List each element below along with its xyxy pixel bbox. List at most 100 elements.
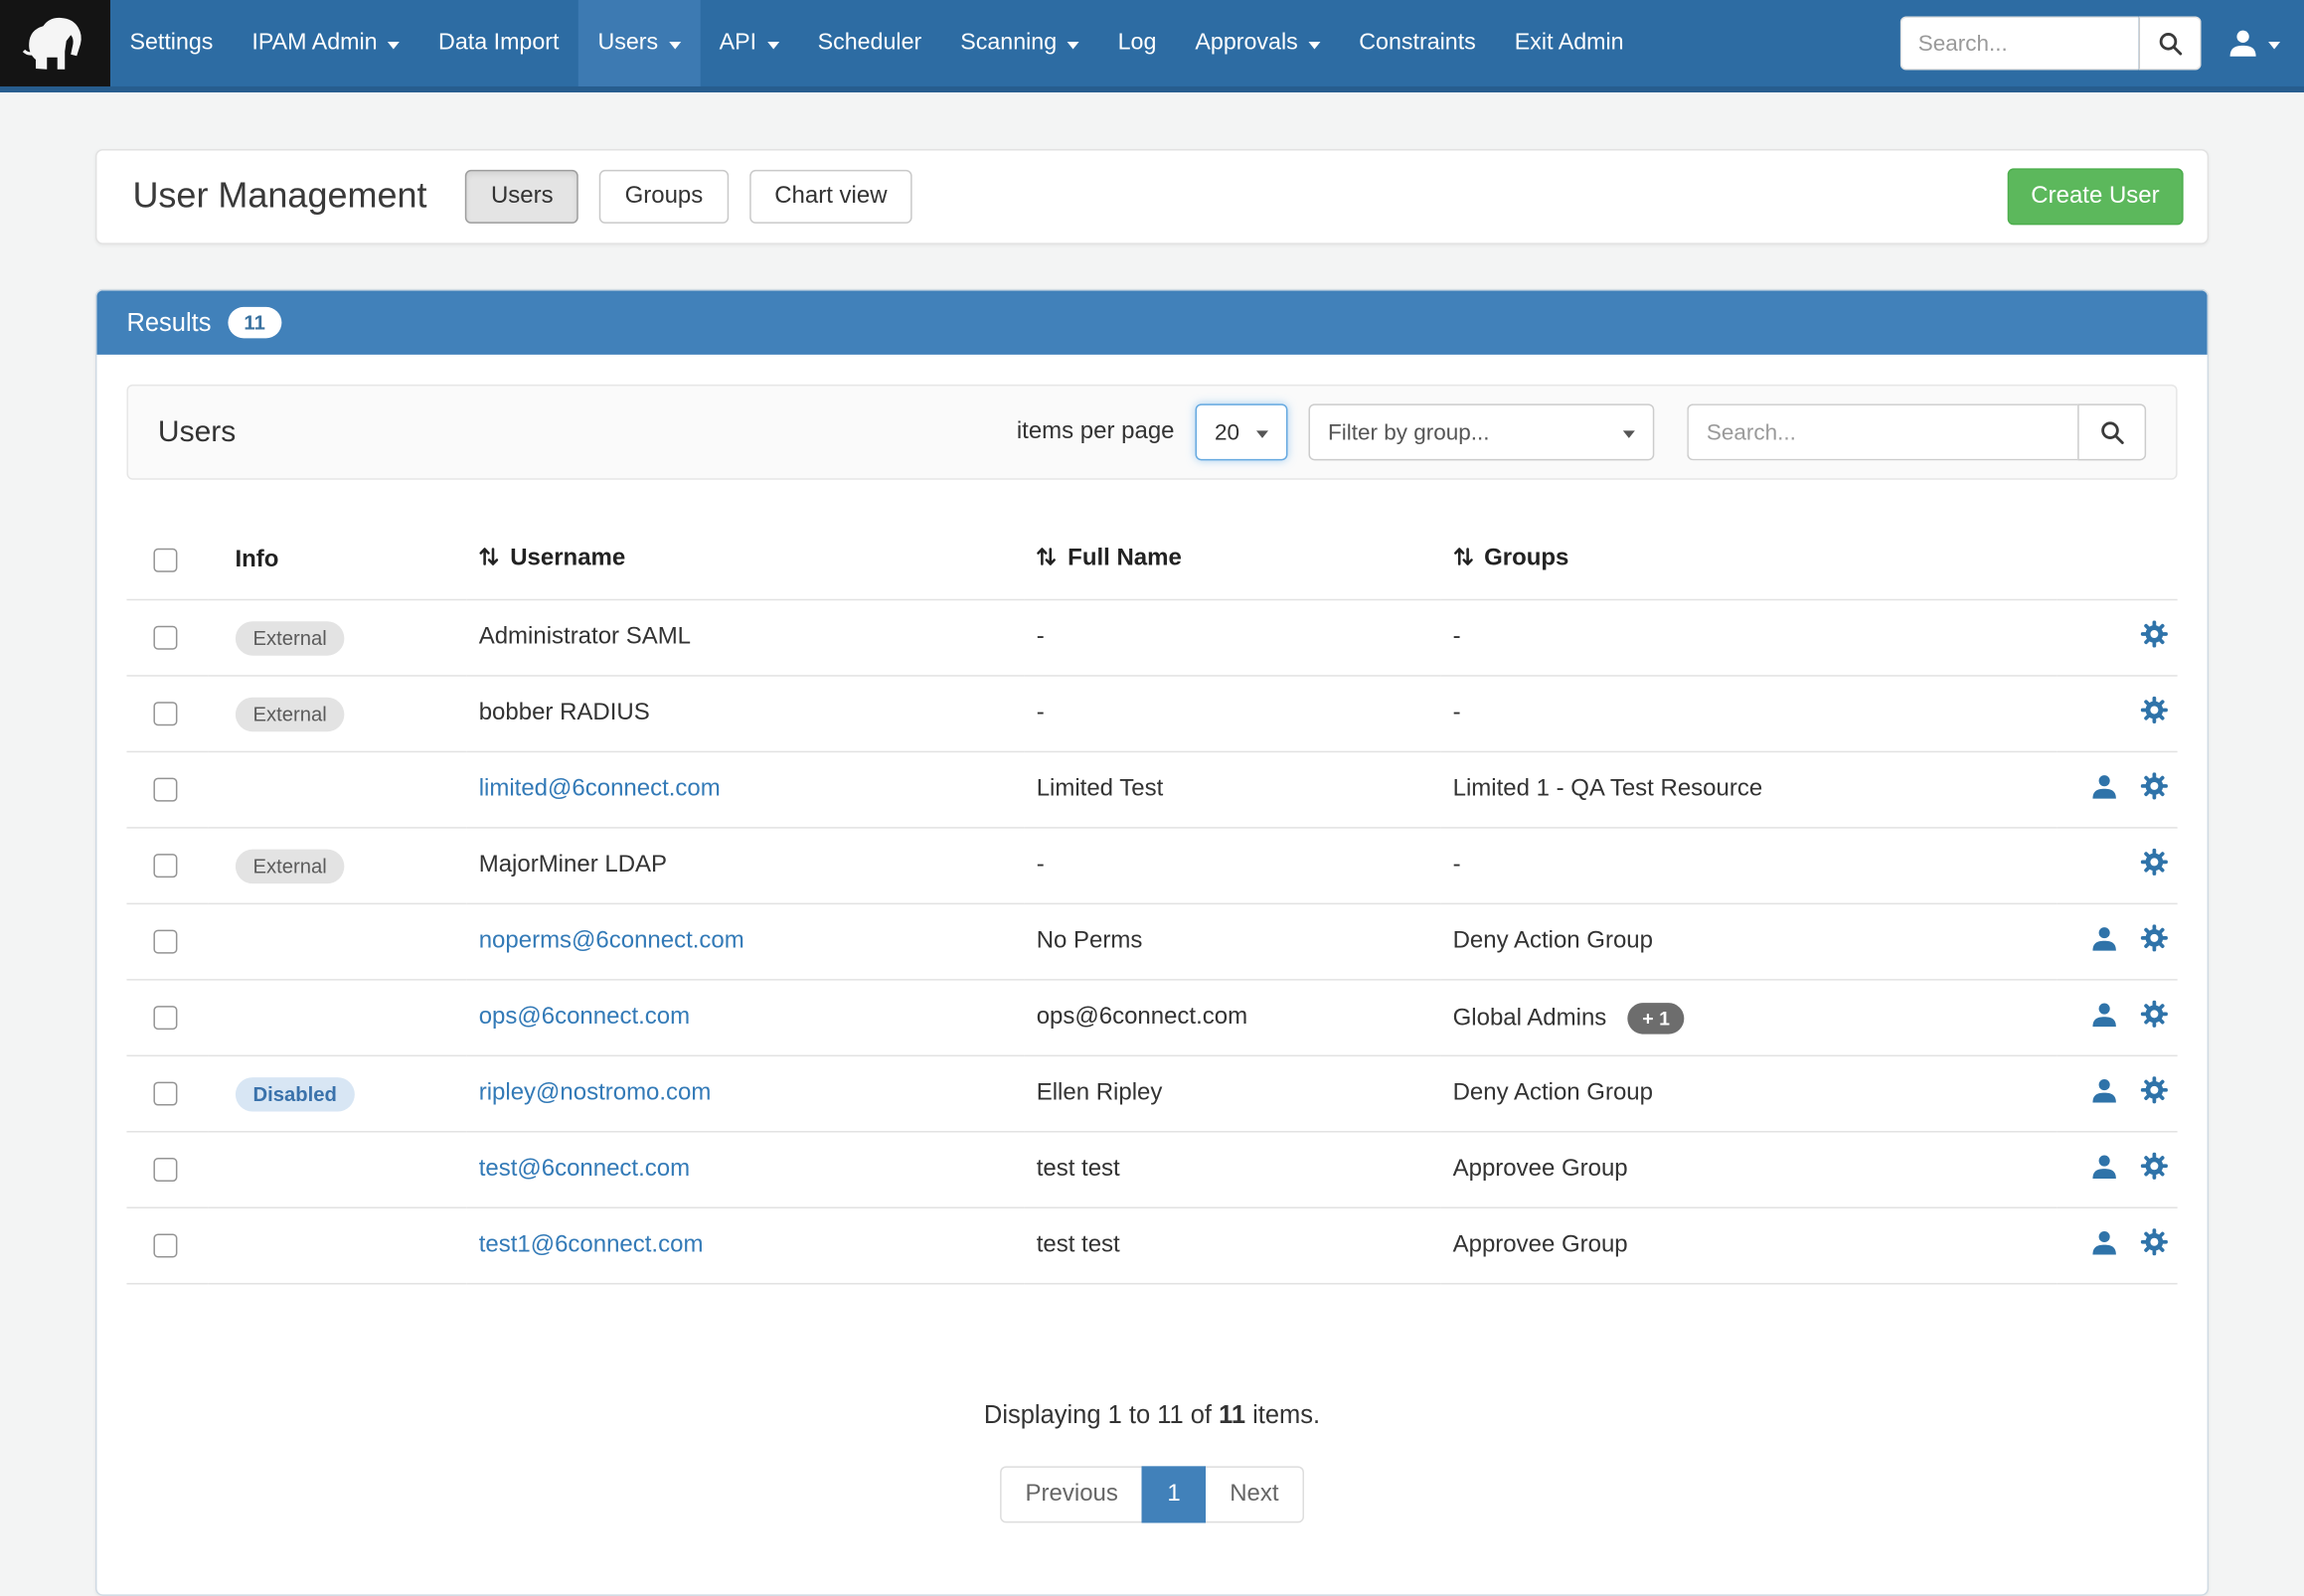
username-link[interactable]: noperms@6connect.com <box>479 928 744 953</box>
user-profile-icon[interactable] <box>2091 1228 2118 1262</box>
external-badge: External <box>235 697 344 730</box>
nav-item-exit-admin[interactable]: Exit Admin <box>1495 0 1643 86</box>
app-logo[interactable] <box>0 0 110 86</box>
row-checkbox[interactable] <box>153 702 177 725</box>
view-button-groups[interactable]: Groups <box>599 170 729 224</box>
nav-item-data-import[interactable]: Data Import <box>419 0 578 86</box>
settings-gear-icon[interactable] <box>2140 1000 2168 1036</box>
settings-gear-icon[interactable] <box>2140 620 2168 656</box>
user-profile-icon[interactable] <box>2091 1153 2118 1187</box>
nav-item-label: Scheduler <box>818 30 922 57</box>
username-link[interactable]: test1@6connect.com <box>479 1232 704 1257</box>
chevron-down-icon <box>1068 41 1079 48</box>
nav-item-scanning[interactable]: Scanning <box>941 0 1098 86</box>
settings-gear-icon[interactable] <box>2140 772 2168 808</box>
items-per-page-label: items per page <box>1017 418 1175 445</box>
username-link[interactable]: test@6connect.com <box>479 1157 690 1182</box>
results-title: Results <box>126 308 211 338</box>
settings-gear-icon[interactable] <box>2140 1152 2168 1188</box>
user-profile-icon[interactable] <box>2091 1076 2118 1110</box>
pagination-next[interactable]: Next <box>1205 1466 1304 1522</box>
table-row: test@6connect.comtest testApprovee Group <box>126 1132 2177 1207</box>
person-glyph <box>2091 1076 2118 1103</box>
full-name: - <box>1037 853 1045 878</box>
username-link[interactable]: ripley@nostromo.com <box>479 1080 712 1105</box>
nav-item-label: Data Import <box>438 30 559 57</box>
settings-gear-icon[interactable] <box>2140 924 2168 960</box>
full-name: test test <box>1037 1232 1120 1257</box>
navbar-search-input[interactable] <box>1900 16 2139 70</box>
nav-item-constraints[interactable]: Constraints <box>1340 0 1496 86</box>
results-body: Users items per page 20 Filter by group.… <box>96 355 2207 1595</box>
toolbar-title: Users <box>158 415 236 449</box>
items-per-page-select[interactable]: 20 <box>1196 403 1288 460</box>
full-name: No Perms <box>1037 928 1143 953</box>
row-checkbox[interactable] <box>153 854 177 878</box>
group-filter-select[interactable]: Filter by group... <box>1308 403 1654 460</box>
results-count-badge: 11 <box>228 307 281 338</box>
user-icon <box>2228 28 2258 58</box>
users-table: Info Username Full Name Groups <box>126 522 2177 1285</box>
chevron-down-icon <box>767 41 779 48</box>
table-search-button[interactable] <box>2077 403 2146 460</box>
nav-item-approvals[interactable]: Approvals <box>1176 0 1340 86</box>
groups-text: - <box>1453 701 1461 725</box>
username-link[interactable]: ops@6connect.com <box>479 1005 690 1030</box>
column-header-username[interactable]: Username <box>467 522 1025 600</box>
person-glyph <box>2091 1001 2118 1028</box>
table-row: ExternalMajorMiner LDAP-- <box>126 828 2177 903</box>
view-button-chart-view[interactable]: Chart view <box>749 170 912 224</box>
nav-menu: SettingsIPAM Admin Data Import Users API Sch… <box>110 0 1643 86</box>
row-checkbox[interactable] <box>153 1158 177 1182</box>
table-search <box>1687 403 2146 460</box>
row-checkbox[interactable] <box>153 929 177 953</box>
user-menu[interactable] <box>2228 28 2280 58</box>
gear-glyph <box>2140 924 2168 952</box>
row-checkbox[interactable] <box>153 1081 177 1105</box>
settings-gear-icon[interactable] <box>2140 848 2168 883</box>
username-link[interactable]: limited@6connect.com <box>479 776 721 801</box>
nav-item-label: API <box>720 30 756 57</box>
user-profile-icon[interactable] <box>2091 1001 2118 1035</box>
row-checkbox[interactable] <box>153 777 177 801</box>
nav-item-ipam-admin[interactable]: IPAM Admin <box>233 0 419 86</box>
person-glyph <box>2091 772 2118 799</box>
column-header-full-name[interactable]: Full Name <box>1025 522 1441 600</box>
settings-gear-icon[interactable] <box>2140 1076 2168 1112</box>
row-checkbox[interactable] <box>153 1006 177 1030</box>
table-search-input[interactable] <box>1687 403 2077 460</box>
full-name: ops@6connect.com <box>1037 1005 1247 1030</box>
nav-item-users[interactable]: Users <box>578 0 700 86</box>
user-profile-icon[interactable] <box>2091 772 2118 806</box>
toolbar-controls: items per page 20 Filter by group... <box>1017 403 2146 460</box>
select-all-checkbox[interactable] <box>153 548 177 571</box>
navbar-search-button[interactable] <box>2139 16 2202 70</box>
person-glyph <box>2091 1228 2118 1255</box>
settings-gear-icon[interactable] <box>2140 696 2168 731</box>
row-checkbox[interactable] <box>153 1233 177 1257</box>
sort-icon <box>479 546 500 575</box>
table-row: Externalbobber RADIUS-- <box>126 676 2177 751</box>
nav-item-settings[interactable]: Settings <box>110 0 233 86</box>
displaying-summary: Displaying 1 to 11 of 11 items. <box>126 1400 2177 1430</box>
column-header-info: Info <box>208 522 466 600</box>
navbar-right <box>1900 0 2304 86</box>
nav-item-api[interactable]: API <box>700 0 798 86</box>
pagination-page-1[interactable]: 1 <box>1142 1466 1206 1522</box>
table-row: noperms@6connect.comNo PermsDeny Action … <box>126 903 2177 979</box>
user-profile-icon[interactable] <box>2091 924 2118 958</box>
settings-gear-icon[interactable] <box>2140 1228 2168 1264</box>
gear-glyph <box>2140 1228 2168 1256</box>
external-badge: External <box>235 849 344 882</box>
top-navbar: SettingsIPAM Admin Data Import Users API Sch… <box>0 0 2304 92</box>
nav-item-label: Scanning <box>960 30 1057 57</box>
users-toolbar: Users items per page 20 Filter by group.… <box>126 385 2177 480</box>
create-user-button[interactable]: Create User <box>2007 168 2183 225</box>
nav-item-label: Exit Admin <box>1515 30 1624 57</box>
row-checkbox[interactable] <box>153 625 177 649</box>
pagination-previous[interactable]: Previous <box>1000 1466 1143 1522</box>
nav-item-scheduler[interactable]: Scheduler <box>798 0 941 86</box>
column-header-groups[interactable]: Groups <box>1441 522 2057 600</box>
nav-item-log[interactable]: Log <box>1098 0 1176 86</box>
view-button-users[interactable]: Users <box>465 170 578 224</box>
